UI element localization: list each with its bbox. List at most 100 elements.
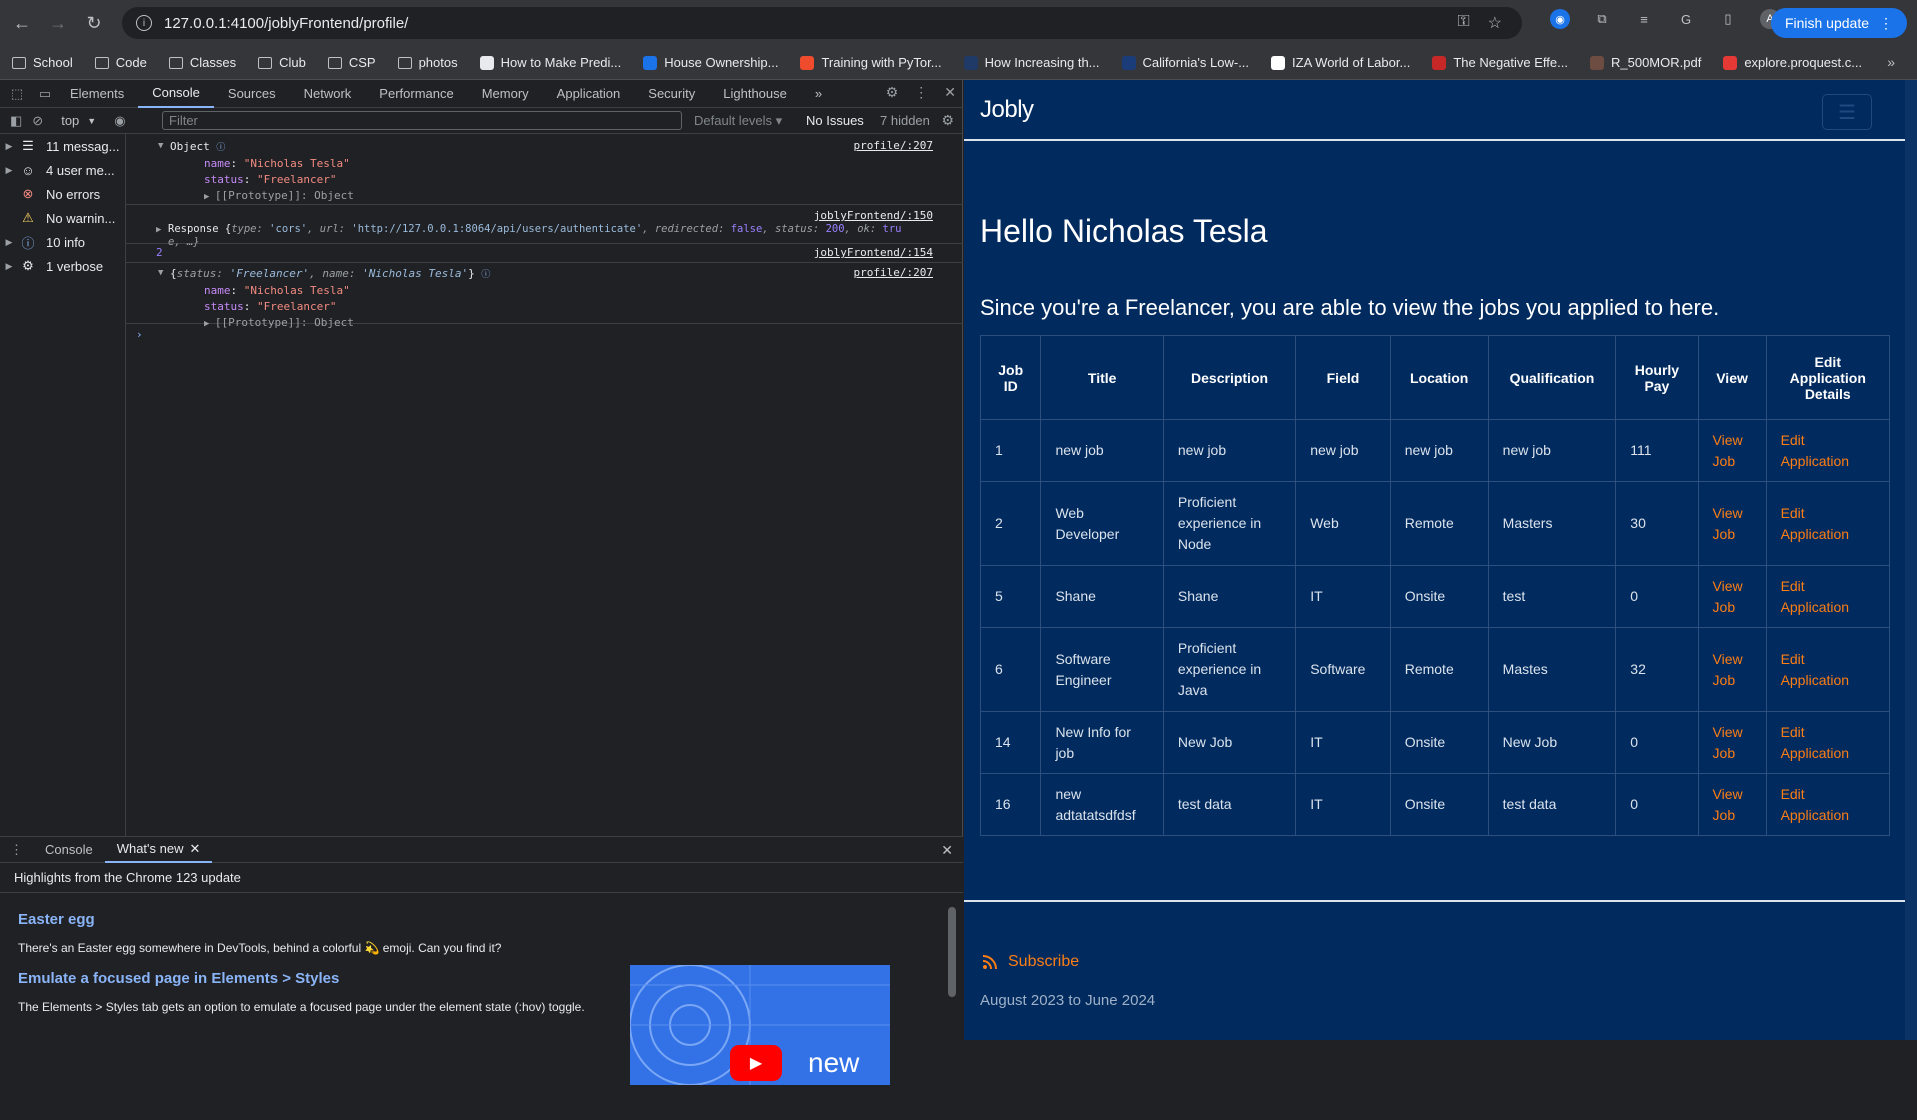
sidebar-filter-item[interactable]: ⚠ No warnin... [0,206,125,230]
expand-triangle-icon[interactable]: ▼ [158,268,163,278]
context-selector[interactable]: top ▼ [61,113,96,128]
play-icon[interactable]: ▶ [730,1045,782,1081]
google-icon[interactable]: G [1676,9,1696,29]
view-job-link[interactable]: View Job [1713,505,1743,542]
view-job-link[interactable]: View Job [1713,432,1743,469]
edit-application-link[interactable]: Edit Application [1781,432,1850,469]
edit-application-link[interactable]: Edit Application [1781,578,1850,615]
tab-security[interactable]: Security [634,80,709,108]
edit-application-link[interactable]: Edit Application [1781,651,1850,688]
address-bar[interactable]: i 127.0.0.1:4100/joblyFrontend/profile/ … [122,7,1522,39]
more-tabs-icon[interactable]: » [801,80,836,108]
bookmark-item[interactable]: The Negative Effe... [1432,55,1568,70]
close-tab-icon[interactable]: ✕ [190,841,201,857]
url-text[interactable]: 127.0.0.1:4100/joblyFrontend/profile/ [164,15,408,32]
prototype-node[interactable]: [[Prototype]]: Object [215,189,354,202]
sidebar-filter-item[interactable]: ⊗ No errors [0,182,125,206]
site-info-icon[interactable]: i [136,15,152,31]
drawer-menu-icon[interactable]: ⋮ [0,842,33,858]
sidebar-filter-item[interactable]: ▶ ☺ 4 user me... [0,158,125,182]
source-link[interactable]: profile/:207 [854,139,933,152]
tab-lighthouse[interactable]: Lighthouse [709,80,801,108]
settings-gear-icon[interactable]: ⚙ [886,84,899,101]
more-vert-icon[interactable]: ⋮ [914,84,928,101]
bookmark-item[interactable]: House Ownership... [643,55,778,70]
device-toolbar-icon[interactable]: ▭ [34,86,56,102]
brand-logo[interactable]: Jobly [980,96,1034,124]
video-caption: new [808,1047,860,1078]
side-panel-icon[interactable]: ▯ [1718,9,1738,29]
forward-icon[interactable]: → [44,9,72,37]
tab-sources[interactable]: Sources [214,80,290,108]
bookmark-item[interactable]: How Increasing th... [963,55,1100,70]
console-prompt[interactable]: › [126,324,963,344]
bookmark-item[interactable]: R_500MOR.pdf [1589,55,1701,70]
close-drawer-icon[interactable]: ✕ [941,842,953,859]
bookmark-star-icon[interactable]: ☆ [1488,13,1502,33]
source-link[interactable]: joblyFrontend/:150 [814,209,933,222]
tab-performance[interactable]: Performance [365,80,467,108]
console-message[interactable]: 2 joblyFrontend/:154 [126,244,963,262]
password-key-icon[interactable]: ⚿ [1457,13,1469,33]
bookmark-item[interactable]: California's Low-... [1121,55,1249,70]
view-job-link[interactable]: View Job [1713,578,1743,615]
expand-triangle-icon[interactable]: ▼ [158,141,163,151]
puzzle-icon[interactable]: ⧉ [1592,9,1612,29]
bookmark-item[interactable]: Classes [168,55,236,70]
tab-memory[interactable]: Memory [468,80,543,108]
bookmark-label: Club [279,55,306,70]
tab-application[interactable]: Application [543,80,635,108]
media-icon[interactable]: ≡ [1634,9,1654,29]
sidebar-filter-item[interactable]: ▶ ☰ 11 messag... [0,134,125,158]
inspect-element-icon[interactable]: ⬚ [6,86,28,102]
edit-application-link[interactable]: Edit Application [1781,505,1850,542]
filter-input[interactable]: Filter [162,111,682,130]
bookmark-item[interactable]: Training with PyTor... [800,55,942,70]
console-settings-icon[interactable]: ⚙ [941,112,954,129]
sidebar-filter-item[interactable]: ▶ ⚙ 1 verbose [0,254,125,278]
eye-icon[interactable]: ◉ [114,113,125,129]
page-scrollbar[interactable] [1905,80,1917,1040]
bookmark-item[interactable]: Code [94,55,147,70]
close-icon[interactable]: ✕ [944,84,956,101]
tab-elements[interactable]: Elements [56,80,138,108]
bookmark-item[interactable]: Club [258,55,306,70]
view-job-link[interactable]: View Job [1713,724,1743,761]
issues-counter[interactable]: No Issues [806,113,864,128]
drawer-tab-whats-new[interactable]: What's new ✕ [104,837,213,863]
source-link[interactable]: profile/:207 [854,266,933,279]
more-bookmarks-icon[interactable]: » [1887,54,1895,70]
bookmark-item[interactable]: How to Make Predi... [479,55,621,70]
drawer-tab-console[interactable]: Console [33,837,105,863]
sidebar-filter-item[interactable]: ▶ ⓘ 10 info [0,230,125,254]
sidebar-toggle-icon[interactable]: ◧ [10,113,22,129]
clear-console-icon[interactable]: ⊘ [32,113,43,129]
drawer-scrollbar[interactable] [948,907,956,997]
menu-toggle-icon[interactable]: ☰ [1822,94,1872,130]
source-link[interactable]: joblyFrontend/:154 [814,246,933,259]
bookmark-item[interactable]: School [12,55,73,70]
bookmark-item[interactable]: IZA World of Labor... [1271,55,1410,70]
tab-console[interactable]: Console [138,80,214,108]
subscribe-link[interactable]: Subscribe [982,953,1079,971]
finish-update-button[interactable]: Finish update ⋮ [1770,8,1907,38]
edit-application-link[interactable]: Edit Application [1781,786,1850,823]
reload-icon[interactable]: ↻ [80,9,108,37]
extension-icon[interactable]: ◉ [1550,9,1570,29]
bookmark-item[interactable]: photos [397,55,458,70]
expand-triangle-icon[interactable]: ▶ [156,225,161,235]
view-job-link[interactable]: View Job [1713,786,1743,823]
console-message[interactable]: joblyFrontend/:150 ▶ Response {type: 'co… [126,205,963,248]
back-icon[interactable]: ← [8,9,36,37]
tab-network[interactable]: Network [290,80,366,108]
video-thumbnail[interactable]: ▶ new [630,965,890,1085]
bookmark-item[interactable]: CSP [327,55,376,70]
edit-application-link[interactable]: Edit Application [1781,724,1850,761]
console-message[interactable]: ▼ Object ⓘ profile/:207 name: "Nicholas … [126,134,963,204]
section-heading[interactable]: Easter egg [18,911,945,928]
log-levels-dropdown[interactable]: Default levels ▾ [694,113,782,129]
view-job-link[interactable]: View Job [1713,651,1743,688]
console-message[interactable]: ▼ {status: 'Freelancer', name: 'Nicholas… [126,263,963,329]
table-body: 1 new job new job new job new job new job 111 V… [979,419,1891,836]
bookmark-item[interactable]: explore.proquest.c... [1723,55,1862,70]
